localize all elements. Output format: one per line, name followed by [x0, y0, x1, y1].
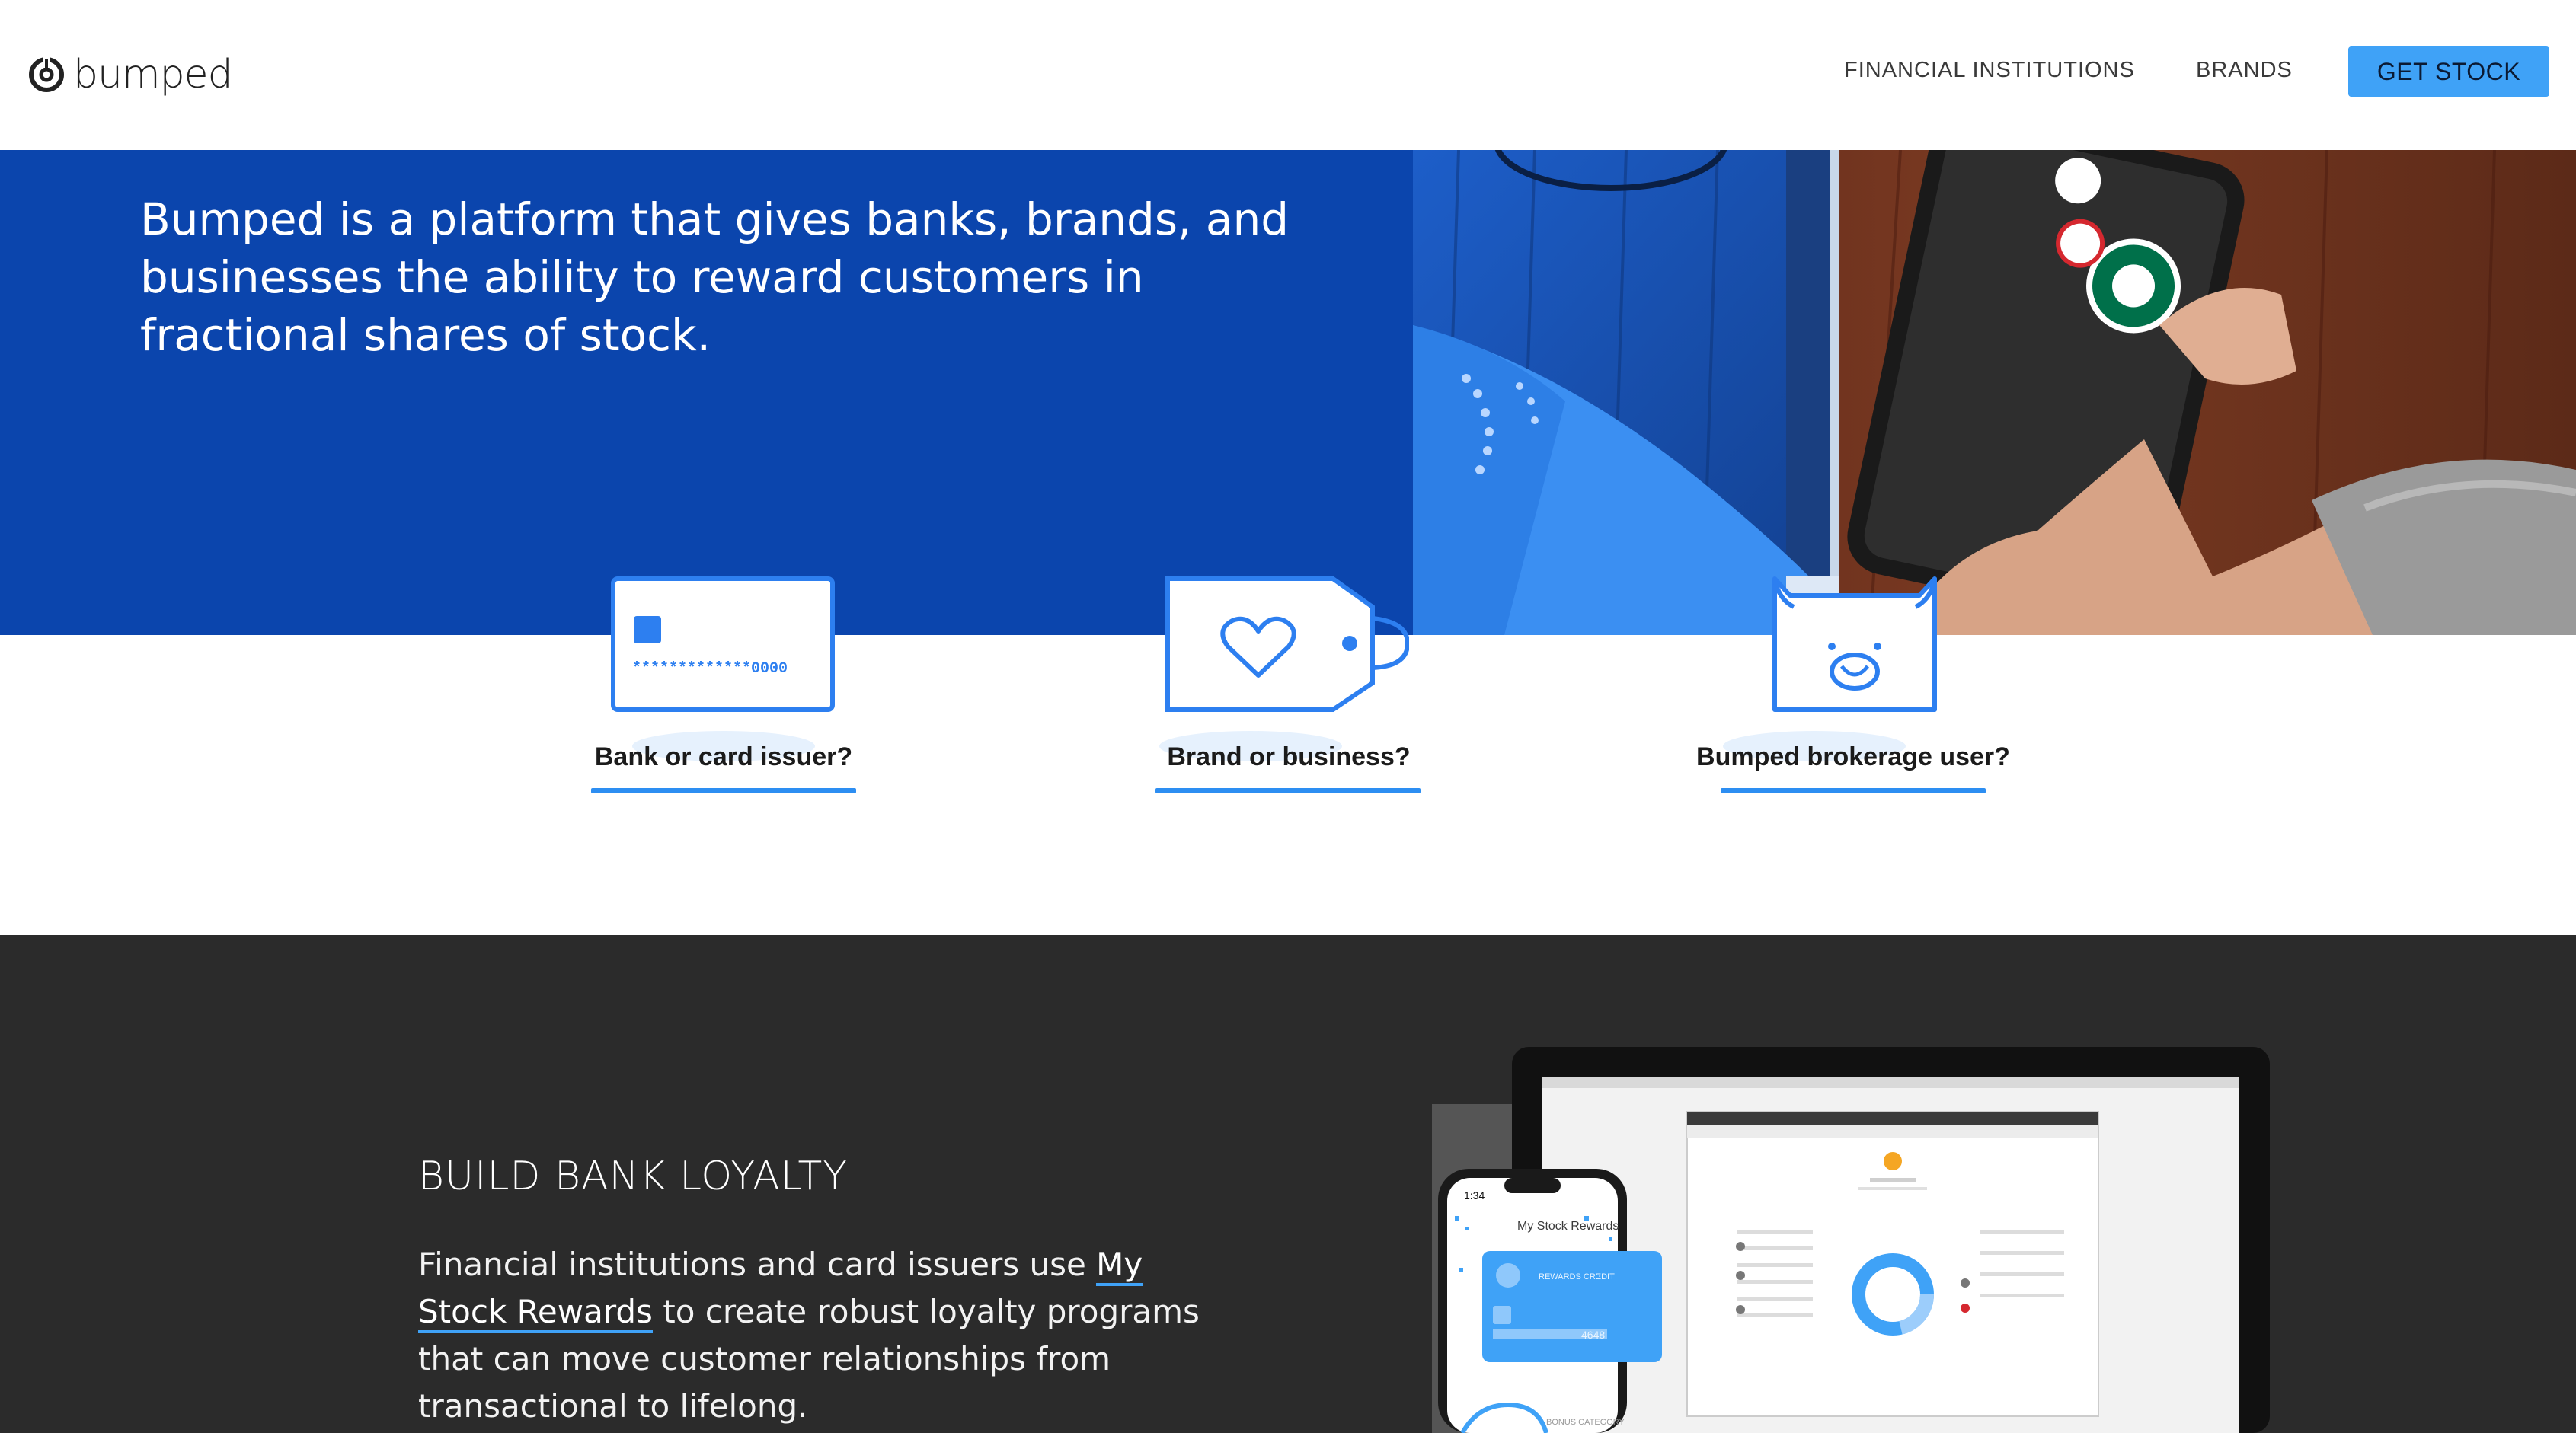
devices-mockup: 1:34 My Stock Rewards REWARDS CREDIT 464… [1432, 1047, 2270, 1433]
site-header: bumped FINANCIAL INSTITUTIONS BRANDS GET… [0, 0, 2576, 150]
credit-card-icon: *************0000 [611, 576, 835, 712]
phone-time: 1:34 [1464, 1189, 1485, 1202]
logo-text: bumped [73, 52, 233, 97]
choice-underline-bank [591, 788, 856, 793]
card-number-mask: *************0000 [632, 660, 788, 678]
loyalty-body: Financial institutions and card issuers … [418, 1241, 1218, 1430]
hero-headline: Bumped is a platform that gives banks, b… [140, 193, 1290, 361]
nav-financial-institutions[interactable]: FINANCIAL INSTITUTIONS [1844, 58, 2135, 83]
hero-photo-illustration [1413, 150, 2576, 635]
bull-icon [1772, 576, 1937, 712]
phone-card-last4: 4648 [1581, 1329, 1605, 1341]
loyalty-body-before: Financial institutions and card issuers … [418, 1246, 1097, 1283]
phone-title: My Stock Rewards [1517, 1220, 1619, 1233]
choice-label-brokerage[interactable]: Bumped brokerage user? [1655, 742, 2051, 772]
nav-brands[interactable]: BRANDS [2196, 58, 2293, 83]
bumped-logo-icon [29, 57, 64, 92]
heart-tag-icon [1165, 576, 1409, 712]
phone-card-label: REWARDS CREDIT [1539, 1272, 1615, 1281]
get-stock-button[interactable]: GET STOCK [2348, 46, 2549, 97]
bumped-logo[interactable]: bumped [27, 44, 233, 105]
choice-underline-brokerage [1721, 788, 1986, 793]
loyalty-title: BUILD BANK LOYALTY [418, 1154, 848, 1199]
phone-bonus-label: BONUS CATEGORY [1546, 1418, 1625, 1427]
choice-label-brand[interactable]: Brand or business? [1091, 742, 1487, 772]
hero-photo [1413, 150, 2576, 635]
choice-label-bank[interactable]: Bank or card issuer? [526, 742, 922, 772]
choice-underline-brand [1155, 788, 1421, 793]
